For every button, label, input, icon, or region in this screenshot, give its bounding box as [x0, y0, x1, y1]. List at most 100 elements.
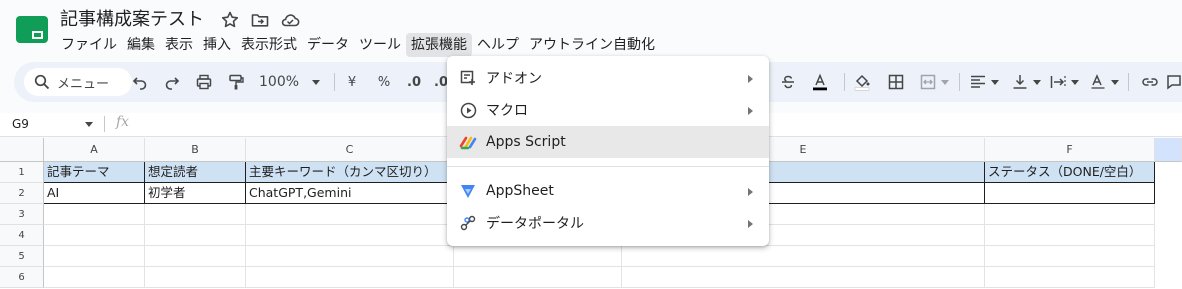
move-to-folder-icon[interactable] [250, 10, 270, 30]
cell-a5[interactable] [44, 246, 145, 267]
row-header-5[interactable]: 5 [0, 246, 44, 267]
cell-f3[interactable] [985, 204, 1155, 225]
chevron-down-icon[interactable] [85, 122, 93, 127]
submenu-arrow-icon [748, 107, 753, 115]
cell-e5[interactable] [622, 246, 985, 267]
borders-icon[interactable] [886, 72, 906, 92]
chevron-down-icon [1111, 79, 1119, 85]
row-header-6[interactable]: 6 [0, 267, 44, 288]
name-box[interactable]: G9 [12, 113, 29, 135]
menu-item-appsheet[interactable]: AppSheet [447, 175, 769, 207]
cell-d5[interactable] [454, 246, 622, 267]
cell-a4[interactable] [44, 225, 145, 246]
sheets-logo-icon[interactable] [16, 16, 48, 43]
title-actions [220, 10, 300, 30]
undo-icon[interactable] [130, 72, 150, 92]
text-color-icon[interactable] [810, 72, 830, 92]
cell-a3[interactable] [44, 204, 145, 225]
increase-decimal-button[interactable]: .0 [434, 72, 448, 92]
star-icon[interactable] [220, 10, 240, 30]
menu-search-label: メニュー [57, 76, 110, 92]
menu-item-label: データポータル [486, 216, 584, 232]
cell-b2[interactable]: 初学者 [145, 183, 246, 204]
menu-insert[interactable]: 挿入 [198, 33, 236, 57]
merge-cells-dropdown[interactable] [940, 72, 950, 92]
menu-item-data-portal[interactable]: データポータル [447, 207, 769, 239]
fill-color-icon[interactable] [852, 72, 872, 92]
menu-help[interactable]: ヘルプ [472, 33, 524, 57]
vertical-align-icon[interactable] [1010, 72, 1030, 92]
cloud-status-icon[interactable] [280, 10, 300, 30]
cell-c4[interactable] [246, 225, 454, 246]
paint-format-icon[interactable] [226, 72, 246, 92]
chevron-down-icon [312, 79, 321, 85]
cell-b3[interactable] [145, 204, 246, 225]
column-header-c[interactable]: C [246, 138, 454, 162]
toolbar-divider [844, 73, 845, 91]
column-header-f[interactable]: F [985, 138, 1155, 162]
select-all-corner[interactable] [0, 138, 44, 162]
cell-d6[interactable] [454, 267, 622, 288]
insert-link-icon[interactable] [1140, 72, 1160, 92]
cell-f2[interactable] [985, 183, 1155, 204]
cell-e6[interactable] [622, 267, 985, 288]
data-portal-icon [459, 214, 477, 232]
menu-extensions[interactable]: 拡張機能 [406, 33, 472, 57]
decrease-decimal-button[interactable]: .0 [404, 72, 424, 92]
menu-edit[interactable]: 編集 [122, 33, 160, 57]
menu-data[interactable]: データ [302, 33, 354, 57]
column-header-g[interactable] [1155, 138, 1182, 162]
horizontal-align-dropdown[interactable] [990, 72, 1000, 92]
menu-item-apps-script[interactable]: Apps Script [447, 126, 769, 158]
cell-f1[interactable]: ステータス（DONE/空白） [985, 162, 1155, 183]
cell-b4[interactable] [145, 225, 246, 246]
cell-f6[interactable] [985, 267, 1155, 288]
row-header-2[interactable]: 2 [0, 183, 44, 204]
cell-c5[interactable] [246, 246, 454, 267]
cell-c3[interactable] [246, 204, 454, 225]
cell-f5[interactable] [985, 246, 1155, 267]
menu-item-addons[interactable]: アドオン [447, 62, 769, 94]
cell-c1[interactable]: 主要キーワード（カンマ区切り） [246, 162, 454, 183]
text-wrap-dropdown[interactable] [1070, 72, 1080, 92]
vertical-align-dropdown[interactable] [1032, 72, 1042, 92]
menu-file[interactable]: ファイル [56, 33, 122, 57]
menu-item-macros[interactable]: マクロ [447, 94, 769, 126]
text-rotation-icon[interactable] [1088, 72, 1108, 92]
cell-b6[interactable] [145, 267, 246, 288]
cell-f4[interactable] [985, 225, 1155, 246]
currency-format-button[interactable]: ¥ [342, 72, 362, 92]
menu-view[interactable]: 表示 [160, 33, 198, 57]
text-wrap-icon[interactable] [1048, 72, 1068, 92]
menu-item-label: マクロ [486, 103, 528, 119]
text-rotation-dropdown[interactable] [1110, 72, 1120, 92]
zoom-select[interactable]: 100% [259, 72, 321, 92]
menu-divider [447, 166, 769, 167]
row-header-4[interactable]: 4 [0, 225, 44, 246]
insert-comment-icon[interactable] [1164, 72, 1182, 92]
cell-a6[interactable] [44, 267, 145, 288]
toolbar-divider [959, 73, 960, 91]
menu-tools[interactable]: ツール [354, 33, 406, 57]
strikethrough-icon[interactable] [778, 72, 798, 92]
horizontal-align-icon[interactable] [968, 72, 988, 92]
print-icon[interactable] [194, 72, 214, 92]
menu-search[interactable]: メニュー [24, 68, 132, 96]
cell-a1[interactable]: 記事テーマ [44, 162, 145, 183]
row-header-1[interactable]: 1 [0, 162, 44, 183]
column-header-a[interactable]: A [44, 138, 145, 162]
cell-c2[interactable]: ChatGPT,Gemini [246, 183, 454, 204]
menu-outline-automation[interactable]: アウトライン自動化 [524, 33, 660, 57]
percent-format-button[interactable]: % [374, 72, 394, 92]
cell-c6[interactable] [246, 267, 454, 288]
menu-format[interactable]: 表示形式 [236, 33, 302, 57]
redo-icon[interactable] [162, 72, 182, 92]
cell-b1[interactable]: 想定読者 [145, 162, 246, 183]
document-title[interactable]: 記事構成案テスト [60, 8, 204, 32]
column-header-b[interactable]: B [145, 138, 246, 162]
cell-b5[interactable] [145, 246, 246, 267]
cell-a2[interactable]: AI [44, 183, 145, 204]
submenu-arrow-icon [748, 220, 753, 228]
row-header-3[interactable]: 3 [0, 204, 44, 225]
merge-cells-icon[interactable] [918, 72, 938, 92]
